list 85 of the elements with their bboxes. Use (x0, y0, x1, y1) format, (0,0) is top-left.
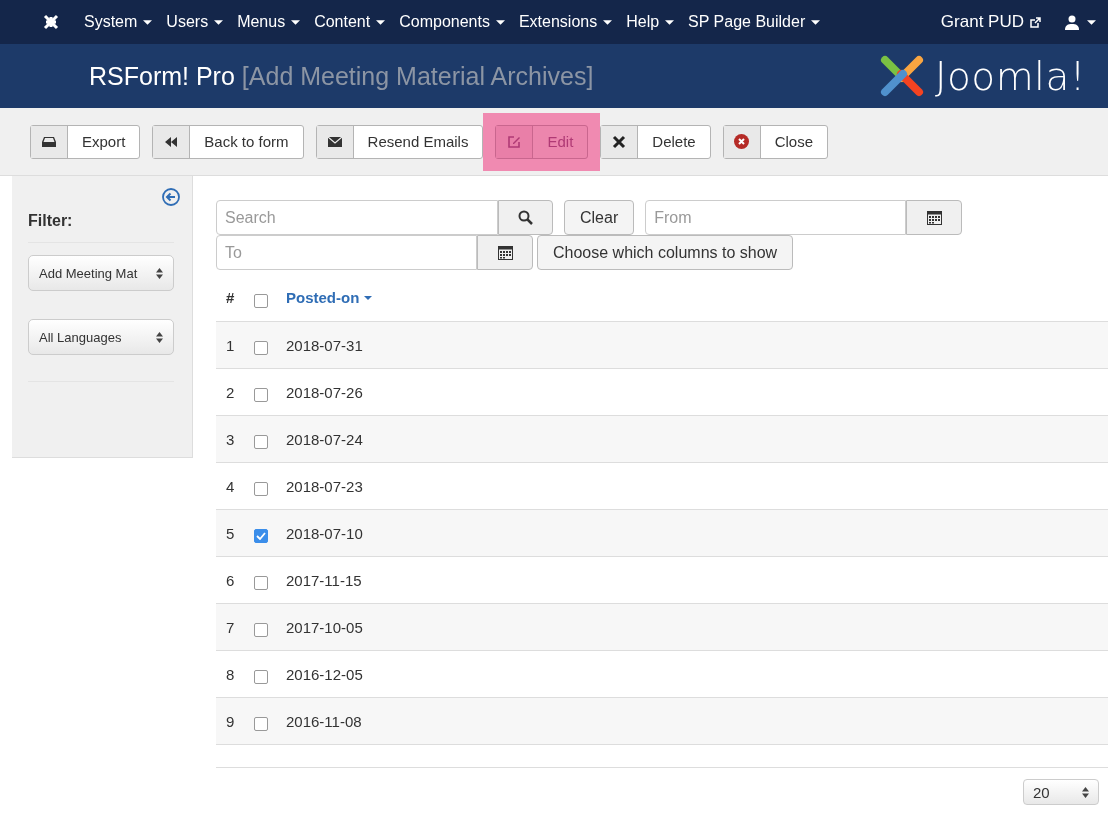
menu-item[interactable]: System (84, 13, 153, 31)
toolbar-button[interactable]: Resend Emails (315, 124, 484, 159)
row-number: 6 (226, 571, 235, 589)
row-number: 3 (226, 430, 235, 448)
joomla-logo-text: Joomla! (934, 53, 1086, 99)
toolbar-button[interactable]: Delete (600, 124, 711, 159)
page-title: RSForm! Pro (89, 61, 235, 91)
calendar-icon (926, 210, 942, 225)
caret-icon (665, 19, 675, 25)
checkbox[interactable] (254, 623, 268, 637)
external-link-icon (1030, 16, 1041, 28)
caret-icon (603, 19, 613, 25)
to-date-field[interactable]: To (216, 235, 477, 270)
date-cell: 2018-07-10 (286, 524, 363, 542)
row-number: 9 (226, 712, 235, 730)
close-circle-icon (734, 134, 750, 149)
caret-icon (291, 19, 301, 25)
search-field[interactable]: Search (216, 200, 498, 235)
menu-item[interactable]: Users (166, 13, 224, 31)
row-number: 5 (226, 524, 235, 542)
checkbox[interactable] (254, 293, 268, 308)
caret-icon (811, 19, 821, 25)
menu-item[interactable]: Help (626, 13, 675, 31)
envelope-icon (327, 136, 342, 147)
row-number: 8 (226, 665, 235, 683)
date-cell: 2017-10-05 (286, 618, 363, 636)
updown-arrows-icon (156, 267, 163, 279)
date-cell: 2018-07-26 (286, 383, 363, 401)
search-button[interactable] (498, 200, 553, 235)
date-cell: 2018-07-24 (286, 430, 363, 448)
caret-icon (376, 19, 386, 25)
updown-arrows-icon (156, 331, 163, 343)
search-icon (517, 209, 534, 226)
date-cell: 2018-07-23 (286, 477, 363, 495)
menu-item[interactable]: Components (399, 13, 505, 31)
checkbox[interactable] (254, 576, 268, 590)
caret-icon (364, 295, 373, 300)
caret-icon (214, 19, 224, 25)
row-number: 2 (226, 383, 235, 401)
page-size-select[interactable]: 20 (1023, 779, 1099, 805)
user-menu[interactable] (1065, 14, 1096, 30)
column-header: # (226, 289, 235, 306)
updown-arrows-icon (1082, 786, 1089, 798)
date-cell: 2018-07-31 (286, 336, 363, 354)
calendar-icon (497, 245, 513, 260)
menu-item[interactable]: SP Page Builder (688, 13, 821, 31)
calendar-button[interactable] (906, 200, 963, 235)
page-subtitle: [Add Meeting Material Archives] (241, 61, 594, 91)
filter-heading: Filter: (28, 212, 174, 243)
calendar-button[interactable] (477, 235, 533, 270)
row-number: 4 (226, 477, 235, 495)
filter-select[interactable]: Add Meeting Mat (28, 255, 174, 291)
site-link[interactable]: Grant PUD (940, 12, 1041, 32)
tray-icon (42, 136, 56, 147)
close-icon (612, 134, 627, 149)
menu-item[interactable]: Content (314, 13, 386, 31)
caret-icon (495, 19, 505, 25)
checkbox[interactable] (254, 482, 268, 496)
edit-icon (507, 134, 522, 149)
filter-select[interactable]: All Languages (28, 319, 174, 355)
from-date-field[interactable]: From (645, 200, 907, 235)
menu-item[interactable]: Extensions (518, 13, 613, 31)
toolbar-button[interactable]: Close (722, 124, 829, 159)
user-icon (1065, 14, 1079, 30)
caret-icon (1087, 19, 1096, 25)
menu-item[interactable]: Menus (237, 13, 301, 31)
row-number: 7 (226, 618, 235, 636)
checkbox[interactable] (254, 717, 268, 731)
checkbox[interactable] (254, 529, 268, 543)
rewind-icon (165, 136, 178, 147)
clear-button[interactable]: Clear (564, 200, 635, 235)
toolbar-button[interactable]: Export (30, 124, 141, 159)
checkbox[interactable] (254, 388, 268, 402)
sort-link[interactable]: Posted-on (286, 289, 373, 306)
date-cell: 2016-12-05 (286, 665, 363, 683)
caret-icon (143, 19, 153, 25)
columns-button[interactable]: Choose which columns to show (537, 235, 794, 270)
checkbox[interactable] (254, 435, 268, 449)
joomla-icon[interactable] (42, 13, 60, 31)
toolbar-button[interactable]: Back to form (152, 124, 304, 159)
date-cell: 2016-11-08 (286, 712, 362, 730)
row-number: 1 (226, 336, 235, 354)
checkbox[interactable] (254, 670, 268, 684)
checkbox[interactable] (254, 341, 268, 355)
date-cell: 2017-11-15 (286, 571, 362, 589)
